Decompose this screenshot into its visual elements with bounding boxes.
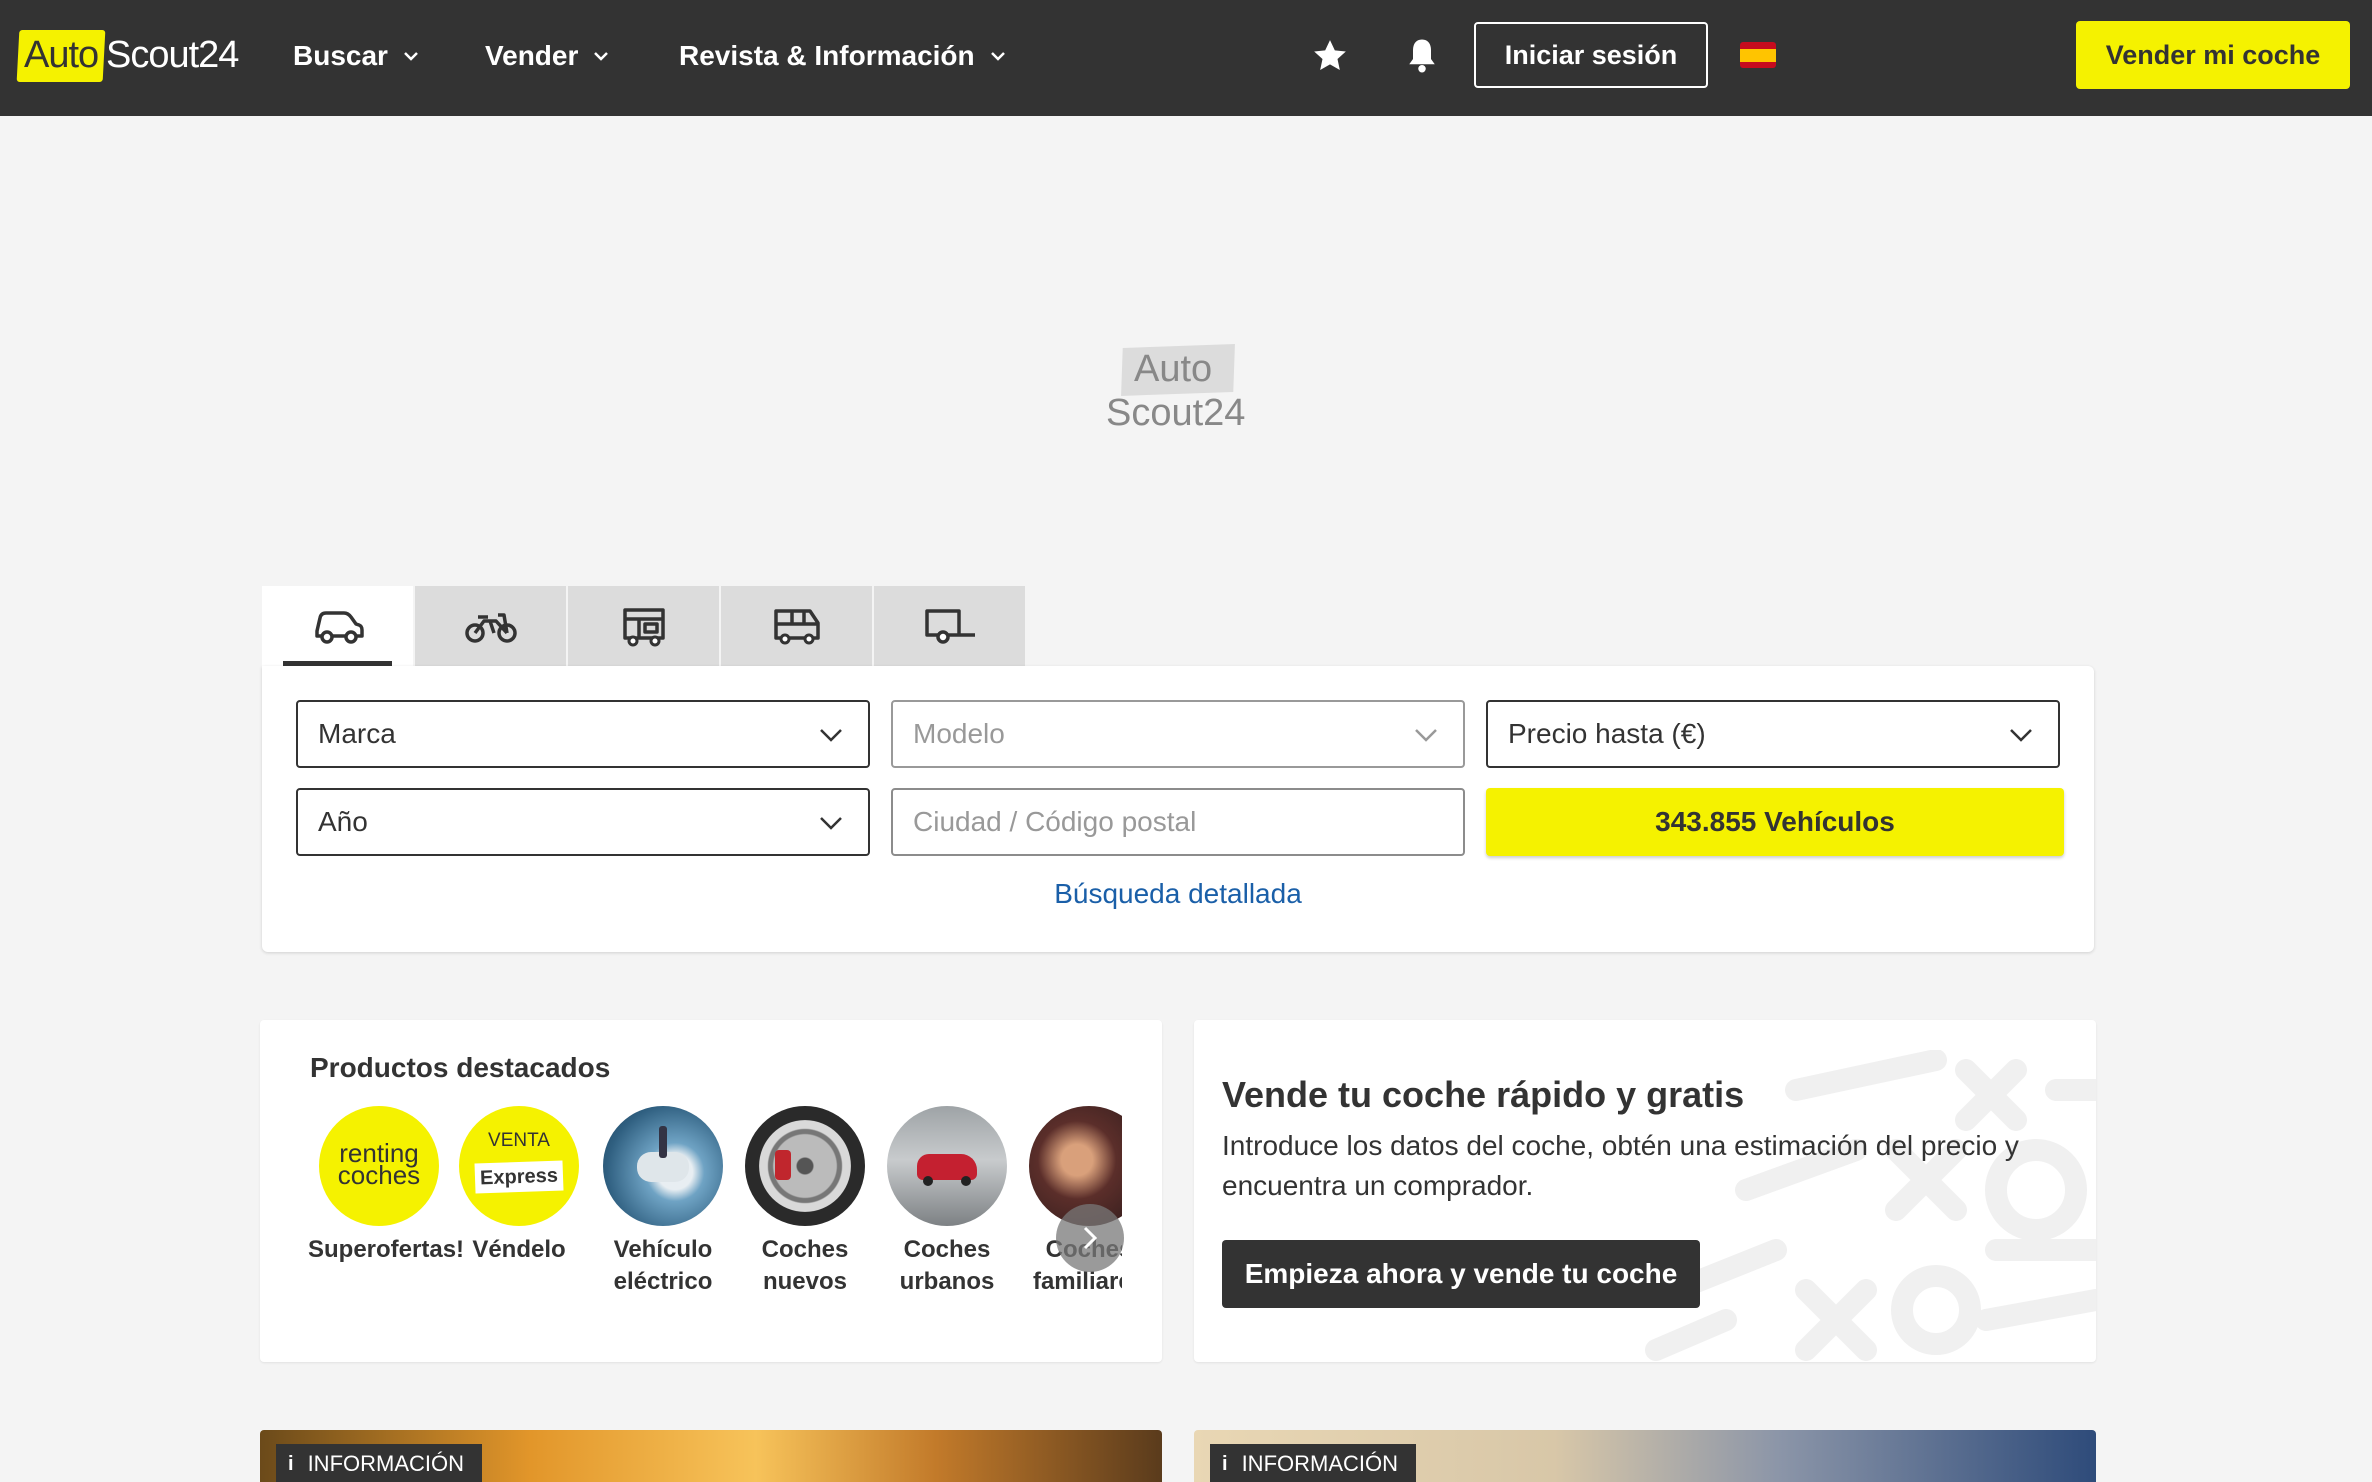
start-selling-button[interactable]: Empieza ahora y vende tu coche (1222, 1240, 1700, 1308)
ad-placeholder-logo: Auto Scout24 (1100, 338, 1256, 438)
show-results-button[interactable]: 343.855 Vehículos (1486, 788, 2064, 856)
tab-motorbike[interactable] (415, 586, 566, 666)
car-icon (314, 611, 364, 644)
renting-badge: renting coches (319, 1106, 439, 1226)
tab-car[interactable] (262, 586, 413, 666)
product-city-cars[interactable]: Coches urbanos (876, 1106, 1018, 1298)
star-icon[interactable] (1308, 34, 1352, 78)
model-select[interactable]: Modelo (891, 700, 1465, 768)
van-icon (773, 609, 820, 645)
city-car-image (887, 1106, 1007, 1226)
model-select-label: Modelo (913, 718, 1005, 749)
product-label: Vehículo eléctrico (613, 1236, 713, 1295)
nav-vender[interactable]: Vender (485, 36, 612, 76)
featured-products-title: Productos destacados (310, 1052, 611, 1083)
trailer-icon (924, 609, 975, 644)
product-electric[interactable]: Vehículo eléctrico (592, 1106, 734, 1298)
chevron-down-icon (404, 52, 418, 61)
product-superofertas[interactable]: renting coches Superofertas! (308, 1106, 465, 1266)
info-badge: i INFORMACIÓN (276, 1444, 483, 1482)
chevron-down-icon (1415, 729, 1437, 742)
chevron-right-icon (1083, 1226, 1098, 1250)
spain-flag-icon[interactable] (1740, 42, 1776, 68)
chevron-down-icon (820, 729, 842, 742)
make-select[interactable]: Marca (296, 700, 870, 768)
logo-scout-text: Scout24 (106, 34, 239, 76)
logo-auto-text: Auto (24, 34, 99, 76)
tab-trailer[interactable] (874, 586, 1025, 666)
bell-icon[interactable] (1400, 34, 1444, 78)
nav-revista[interactable]: Revista & Información (679, 36, 1009, 76)
info-teaser-card-2[interactable]: i INFORMACIÓN (1194, 1430, 2096, 1482)
product-family-cars[interactable]: Coches familiares (1018, 1106, 1122, 1298)
year-select[interactable]: Año (296, 788, 870, 856)
chevron-down-icon (820, 817, 842, 830)
tab-van[interactable] (721, 586, 872, 666)
info-badge-label: INFORMACIÓN (307, 1451, 465, 1476)
nav-revista-label: Revista & Información (679, 40, 975, 71)
venta-express-badge: VENTA Express (459, 1106, 579, 1226)
max-price-label: Precio hasta (€) (1508, 718, 1706, 749)
venta-badge-line1: VENTA (488, 1130, 550, 1151)
nav-buscar[interactable]: Buscar (293, 36, 422, 76)
vehicle-type-tabs (262, 586, 1027, 666)
renting-badge-line2: coches (337, 1160, 421, 1190)
electric-car-image (603, 1106, 723, 1226)
location-placeholder: Ciudad / Código postal (913, 806, 1197, 837)
max-price-select[interactable]: Precio hasta (€) (1486, 700, 2060, 768)
sell-promo-card: Vende tu coche rápido y gratis Introduce… (1194, 1020, 2096, 1362)
sell-promo-description: Introduce los datos del coche, obtén una… (1222, 1130, 2019, 1201)
login-button[interactable]: Iniciar sesión (1474, 22, 1708, 88)
info-icon: i (1222, 1452, 1228, 1475)
nav-vender-label: Vender (485, 40, 579, 71)
location-input[interactable]: Ciudad / Código postal (891, 788, 1465, 856)
detailed-search-row: Búsqueda detallada (262, 878, 2094, 910)
autoscout24-logo[interactable]: Auto Scout24 (16, 28, 239, 84)
chevron-down-icon (2010, 729, 2032, 742)
chevron-down-icon (990, 52, 1005, 61)
venta-badge-line2: Express (474, 1160, 564, 1194)
featured-products-carousel: renting coches Superofertas! VENTA Expre… (308, 1106, 1122, 1306)
featured-products-card: Productos destacados renting coches Supe… (260, 1020, 1162, 1362)
motorbike-icon (464, 613, 517, 643)
wheel-image (745, 1106, 865, 1226)
make-select-label: Marca (318, 718, 396, 749)
info-icon: i (288, 1452, 294, 1475)
product-label: Superofertas! (308, 1236, 465, 1263)
sell-my-car-button[interactable]: Vender mi coche (2076, 21, 2350, 89)
search-panel: Marca Modelo Precio hasta (€) Año Ciudad… (262, 666, 2094, 952)
year-select-label: Año (318, 806, 368, 837)
product-new-cars[interactable]: Coches nuevos (734, 1106, 876, 1298)
carousel-next-button[interactable] (1056, 1204, 1124, 1272)
tab-camper[interactable] (568, 586, 719, 666)
info-badge-label: INFORMACIÓN (1241, 1451, 1399, 1476)
detailed-search-link[interactable]: Búsqueda detallada (1054, 878, 1302, 909)
product-vendelo[interactable]: VENTA Express Véndelo (448, 1106, 590, 1266)
top-header: Auto Scout24 Buscar Vender Revista & Inf… (0, 0, 2372, 116)
product-label: Coches urbanos (899, 1236, 995, 1295)
placeholder-logo-line1: Auto (1134, 348, 1213, 390)
nav-buscar-label: Buscar (293, 40, 388, 71)
product-label: Véndelo (472, 1236, 566, 1263)
camper-icon (622, 608, 665, 647)
chevron-down-icon (594, 52, 609, 61)
product-label: Coches nuevos (761, 1236, 849, 1295)
info-badge: i INFORMACIÓN (1210, 1444, 1417, 1482)
info-teaser-card-1[interactable]: i INFORMACIÓN (260, 1430, 1162, 1482)
sell-promo-title: Vende tu coche rápido y gratis (1222, 1074, 1745, 1115)
placeholder-logo-line2: Scout24 (1106, 392, 1246, 434)
